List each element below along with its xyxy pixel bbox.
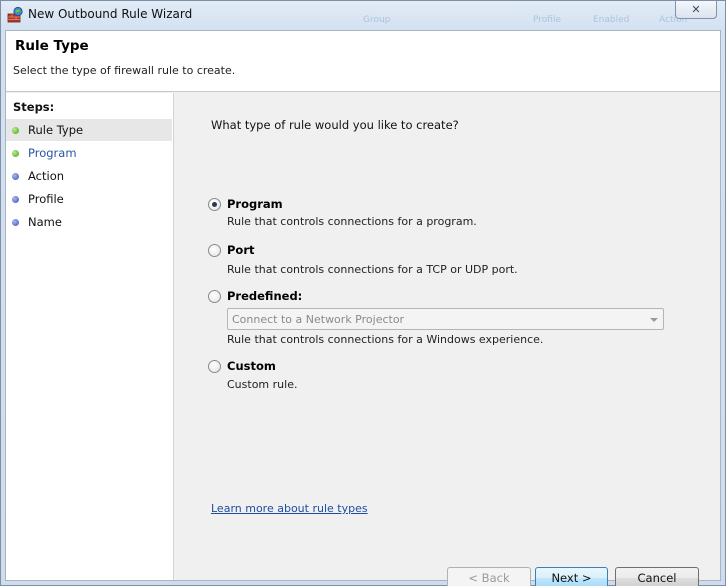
option-description-port: Rule that controls connections for a TCP…: [227, 263, 518, 276]
window-title: New Outbound Rule Wizard: [28, 7, 193, 21]
next-button[interactable]: Next >: [535, 567, 608, 586]
step-label: Rule Type: [28, 123, 84, 137]
title-bar[interactable]: New Outbound Rule Wizard Group Profile E…: [1, 1, 725, 29]
step-label: Action: [28, 169, 65, 183]
option-description-program: Rule that controls connections for a pro…: [227, 215, 477, 228]
wizard-window: New Outbound Rule Wizard Group Profile E…: [0, 0, 726, 586]
page-title: Rule Type: [15, 38, 89, 54]
step-rule-type[interactable]: Rule Type: [6, 119, 172, 141]
step-status-dot-icon: [12, 149, 19, 157]
chevron-down-icon: [650, 318, 658, 322]
radio-predefined[interactable]: [208, 290, 221, 303]
close-button[interactable]: ✕: [675, 1, 717, 19]
firewall-app-icon: [7, 6, 24, 23]
background-column-label: Profile: [533, 15, 561, 25]
predefined-select-value: Connect to a Network Projector: [232, 313, 405, 326]
wizard-client-area: Rule Type Select the type of firewall ru…: [5, 30, 721, 586]
main-pane: What type of rule would you like to crea…: [174, 93, 720, 586]
option-description-predefined: Rule that controls connections for a Win…: [227, 333, 544, 346]
steps-heading: Steps:: [13, 100, 55, 114]
step-label: Profile: [28, 192, 64, 206]
cancel-button[interactable]: Cancel: [615, 567, 699, 586]
rule-type-question: What type of rule would you like to crea…: [211, 118, 459, 132]
option-title-port[interactable]: Port: [227, 243, 255, 257]
option-title-program[interactable]: Program: [227, 197, 283, 211]
page-subtitle: Select the type of firewall rule to crea…: [13, 64, 236, 77]
option-description-custom: Custom rule.: [227, 378, 298, 391]
predefined-rules-select[interactable]: Connect to a Network Projector: [227, 308, 664, 330]
step-profile[interactable]: Profile: [6, 188, 172, 210]
radio-program[interactable]: [208, 198, 221, 211]
step-name[interactable]: Name: [6, 211, 172, 233]
steps-pane: Steps: Rule Type Program Action Profile …: [6, 93, 174, 580]
option-title-predefined[interactable]: Predefined:: [227, 289, 302, 303]
radio-custom[interactable]: [208, 360, 221, 373]
step-action[interactable]: Action: [6, 165, 172, 187]
step-program[interactable]: Program: [6, 142, 172, 164]
radio-port[interactable]: [208, 244, 221, 257]
step-label: Name: [28, 215, 62, 229]
close-icon: ✕: [691, 3, 701, 16]
learn-more-link[interactable]: Learn more about rule types: [211, 502, 368, 515]
step-status-dot-icon: [12, 126, 19, 134]
wizard-header: Rule Type Select the type of firewall ru…: [6, 31, 720, 92]
step-status-dot-icon: [12, 218, 19, 226]
step-status-dot-icon: [12, 172, 19, 180]
step-status-dot-icon: [12, 195, 19, 203]
step-label: Program: [28, 146, 77, 160]
back-button[interactable]: < Back: [447, 567, 531, 586]
option-title-custom[interactable]: Custom: [227, 359, 276, 373]
background-column-label: Group: [363, 15, 391, 25]
background-column-label: Enabled: [593, 15, 630, 25]
